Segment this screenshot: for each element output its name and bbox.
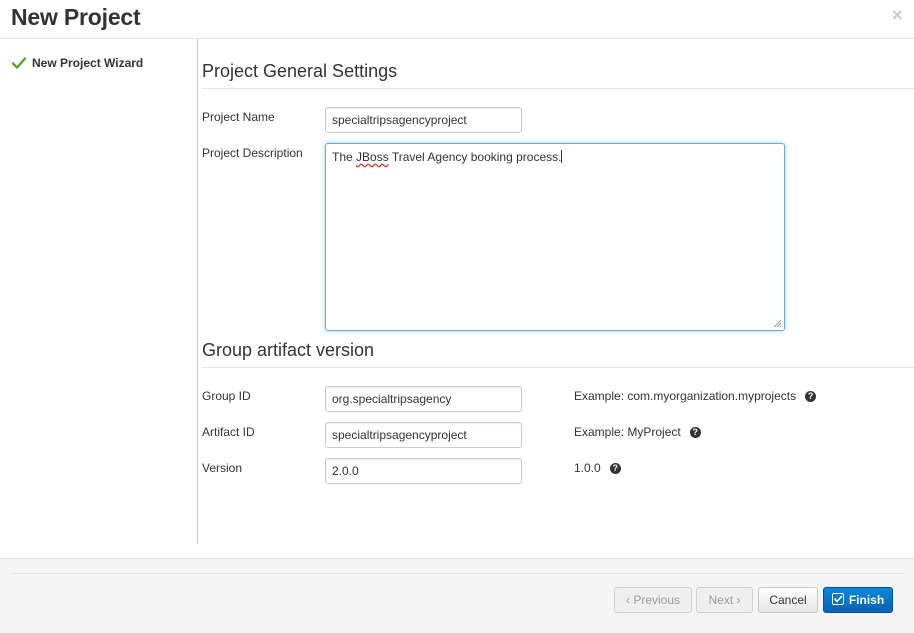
sidebar-item-new-project-wizard[interactable]: New Project Wizard — [12, 56, 143, 70]
check-square-icon — [831, 593, 844, 605]
group-id-hint: Example: com.myorganization.myprojects ? — [574, 389, 817, 403]
section-title-gav: Group artifact version — [202, 340, 375, 360]
group-id-label: Group ID — [202, 389, 251, 403]
sidebar-item-label: New Project Wizard — [32, 56, 144, 70]
section-divider — [202, 88, 914, 89]
finish-button-label: Finish — [848, 593, 885, 607]
dialog-header: New Project × — [0, 0, 914, 39]
section-divider — [202, 367, 914, 368]
next-button[interactable]: Next › — [696, 587, 753, 613]
artifact-id-input[interactable]: specialtripsagencyproject — [325, 422, 522, 448]
chevron-right-icon: › — [736, 593, 741, 607]
finish-button[interactable]: Finish — [823, 587, 893, 613]
previous-button[interactable]: ‹ Previous — [614, 587, 692, 613]
artifact-id-label: Artifact ID — [202, 425, 255, 439]
previous-button-label: Previous — [633, 593, 681, 607]
spellcheck-word: JBoss — [356, 150, 389, 164]
description-text-suffix: Travel Agency booking process. — [388, 150, 562, 164]
help-icon[interactable]: ? — [689, 426, 701, 438]
section-title-general-settings: Project General Settings — [202, 61, 398, 81]
project-name-input[interactable]: specialtripsagencyproject — [325, 107, 522, 133]
version-hint-text: 1.0.0 — [574, 461, 601, 475]
resize-grip-icon[interactable] — [772, 318, 782, 328]
description-text-prefix: The — [332, 150, 357, 164]
project-description-label: Project Description — [202, 146, 303, 160]
cancel-button[interactable]: Cancel — [758, 587, 818, 613]
text-caret — [561, 150, 563, 163]
dialog-footer: ‹ Previous Next › Cancel Finish — [0, 558, 914, 633]
wizard-sidebar: New Project Wizard — [0, 39, 198, 544]
help-icon[interactable]: ? — [805, 390, 817, 402]
close-icon[interactable]: × — [892, 6, 903, 24]
group-id-hint-text: Example: com.myorganization.myprojects — [574, 389, 797, 403]
group-id-input[interactable]: org.specialtripsagency — [325, 386, 522, 412]
artifact-id-hint: Example: MyProject ? — [574, 425, 701, 439]
project-name-label: Project Name — [202, 110, 275, 124]
artifact-id-hint-text: Example: MyProject — [574, 425, 681, 439]
footer-divider — [10, 573, 904, 574]
version-hint: 1.0.0 ? — [574, 461, 621, 475]
next-button-label: Next — [708, 593, 734, 607]
project-description-textarea[interactable]: The JBoss Travel Agency booking process. — [325, 143, 785, 331]
checkmark-icon — [12, 57, 26, 69]
version-label: Version — [202, 461, 243, 475]
chevron-left-icon: ‹ — [625, 593, 630, 607]
help-icon[interactable]: ? — [609, 462, 621, 474]
dialog-title: New Project — [11, 4, 141, 30]
version-input[interactable]: 2.0.0 — [325, 458, 522, 484]
